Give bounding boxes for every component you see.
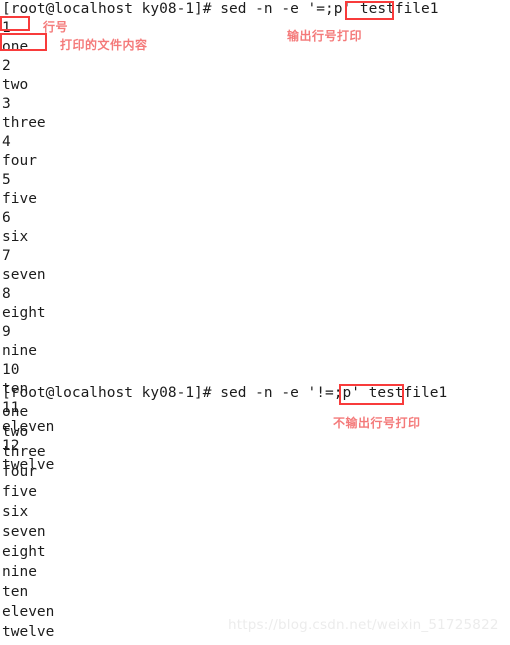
- output-line: 8: [2, 286, 11, 302]
- annotation-print-without-linenumber: 不输出行号打印: [333, 416, 421, 430]
- annotation-line-number: 行号: [43, 20, 69, 34]
- output-line: eight: [2, 305, 46, 321]
- annotation-file-content: 打印的文件内容: [60, 38, 148, 52]
- output-line: six: [2, 504, 29, 520]
- output-line: nine: [2, 564, 37, 580]
- output-line: two: [2, 77, 29, 93]
- output-line: twelve: [2, 624, 55, 640]
- output-line: three: [2, 444, 46, 460]
- output-line: 7: [2, 248, 11, 264]
- output-line: eleven: [2, 604, 55, 620]
- output-line: five: [2, 191, 37, 207]
- output-line: one: [2, 404, 29, 420]
- command-line-2: [root@localhost ky08-1]# sed -n -e '!=;p…: [2, 385, 448, 401]
- output-line: 5: [2, 172, 11, 188]
- output-line: 4: [2, 134, 11, 150]
- output-line: 10: [2, 362, 20, 378]
- output-line: seven: [2, 524, 46, 540]
- output-line: 9: [2, 324, 11, 340]
- output-line: 2: [2, 58, 11, 74]
- output-line: ten: [2, 584, 29, 600]
- output-line: three: [2, 115, 46, 131]
- output-line: six: [2, 229, 29, 245]
- output-line: four: [2, 153, 37, 169]
- output-line: nine: [2, 343, 37, 359]
- output-line: five: [2, 484, 37, 500]
- output-line: 1: [2, 20, 11, 36]
- output-line: 6: [2, 210, 11, 226]
- terminal-screenshot: [root@localhost ky08-1]# sed -n -e '=;p'…: [0, 0, 510, 645]
- output-line: seven: [2, 267, 46, 283]
- output-line: one: [2, 39, 29, 55]
- annotation-print-with-linenumber: 输出行号打印: [287, 29, 363, 43]
- output-line: four: [2, 464, 37, 480]
- output-line: eight: [2, 544, 46, 560]
- csdn-watermark: https://blog.csdn.net/weixin_51725822: [228, 617, 499, 633]
- output-line: 3: [2, 96, 11, 112]
- output-line: two: [2, 424, 29, 440]
- command-line-1: [root@localhost ky08-1]# sed -n -e '=;p'…: [2, 1, 439, 17]
